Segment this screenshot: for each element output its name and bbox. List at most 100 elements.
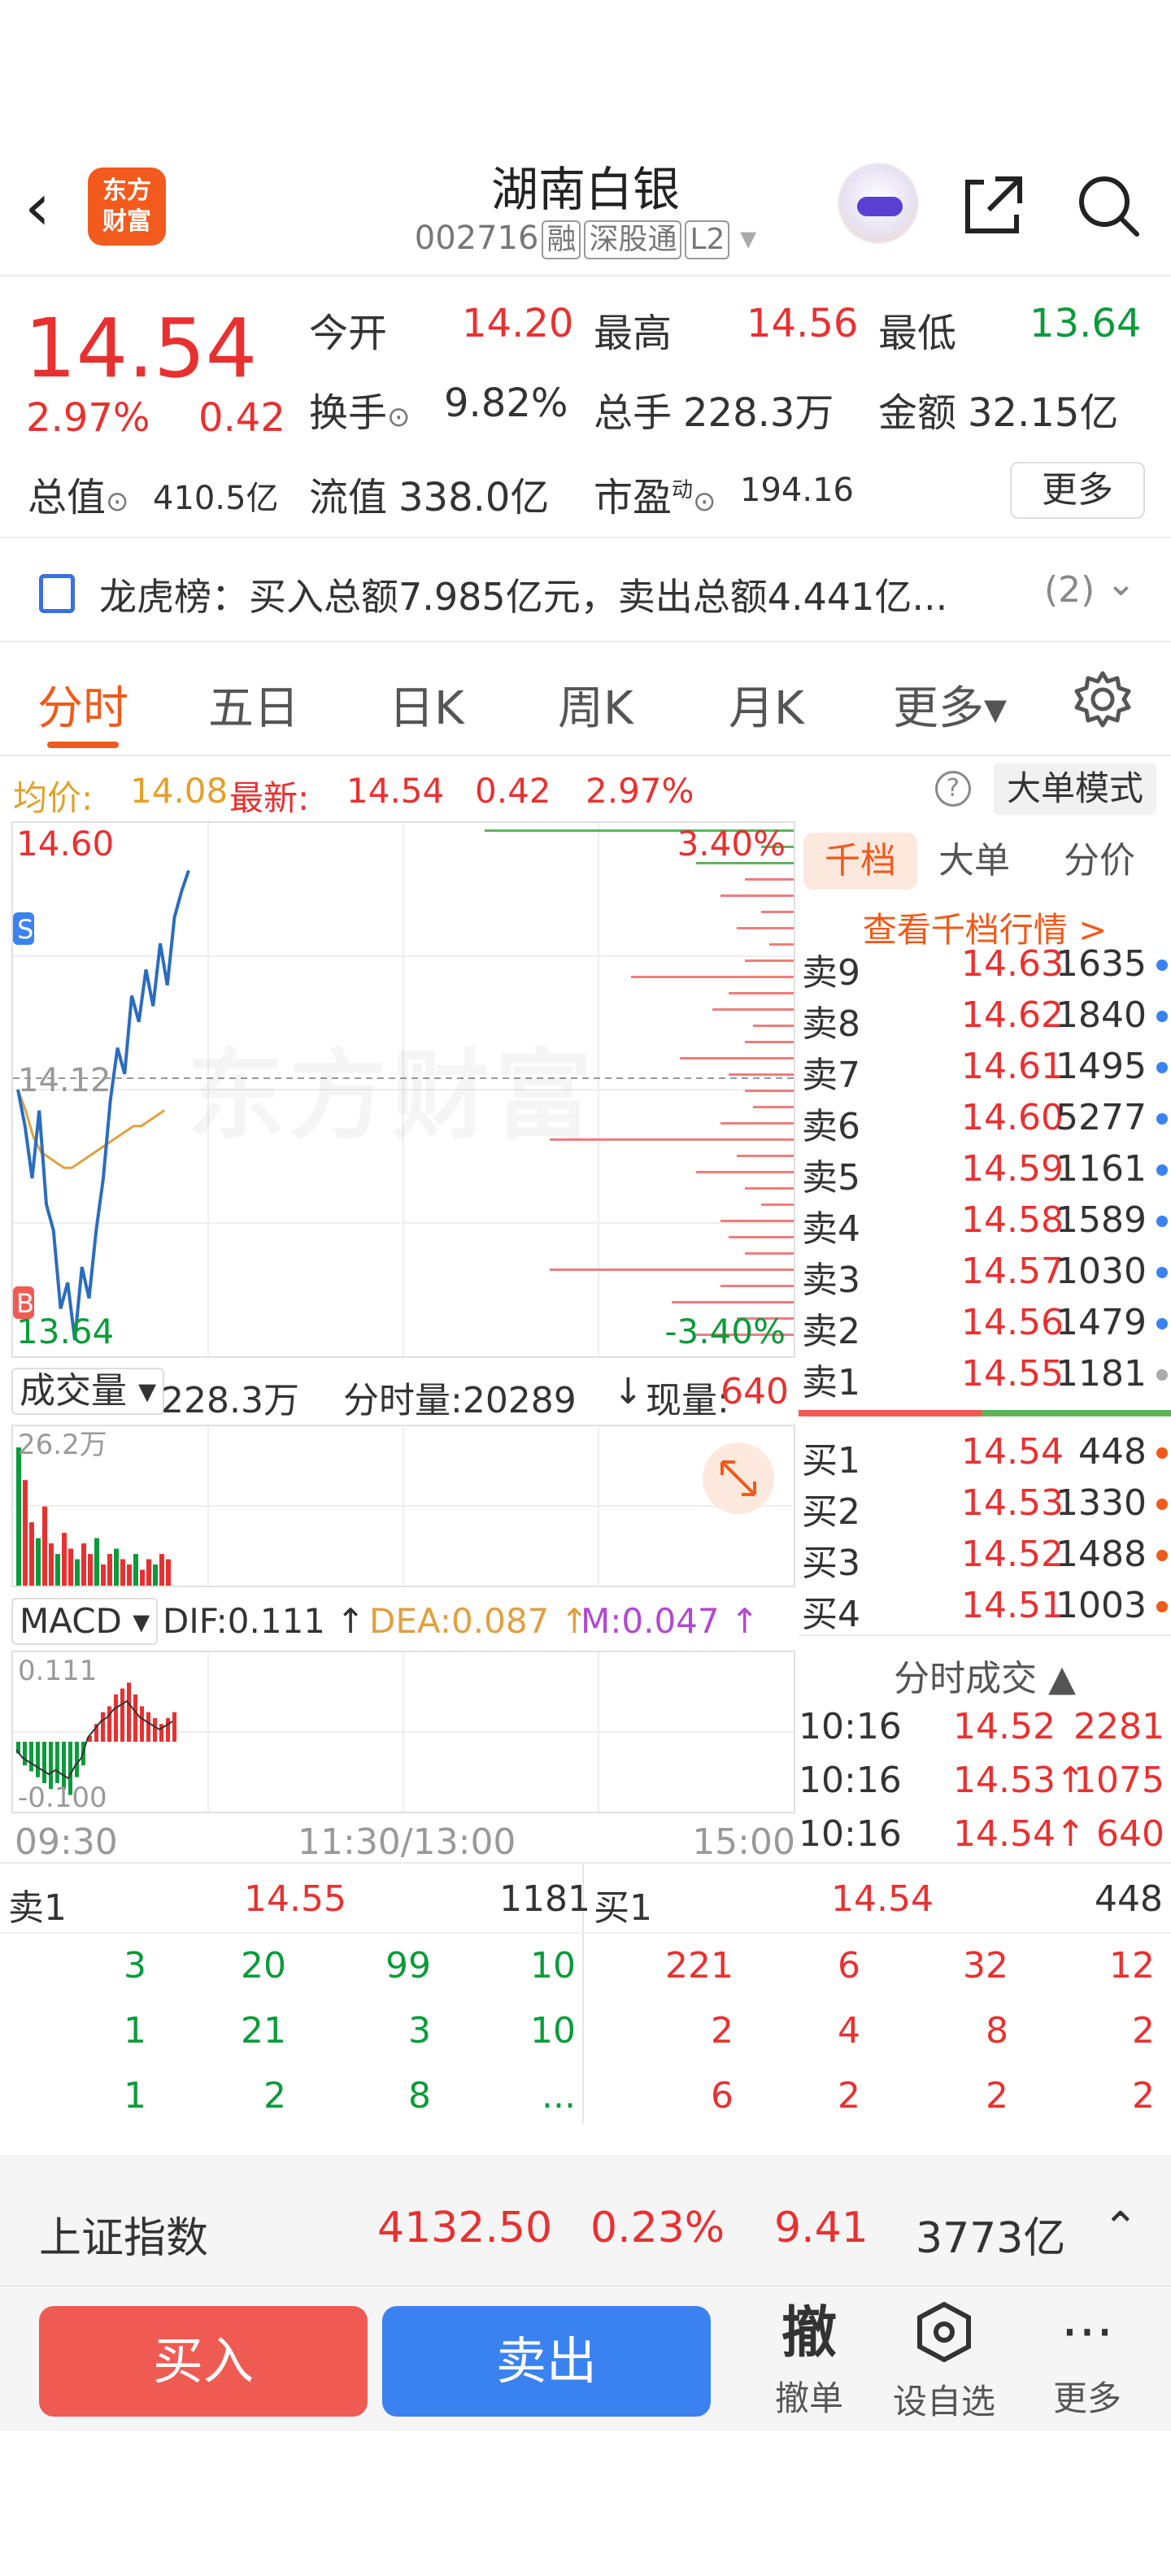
orderbook-row[interactable]: 卖4 14.58 1589: [799, 1199, 1171, 1250]
macd-bar: [114, 1694, 118, 1742]
high-label: 最高: [594, 311, 673, 356]
tab-more[interactable]: 更多▾: [893, 672, 1007, 738]
now-volume-value: 640: [720, 1371, 789, 1412]
time-axis: 09:30 11:30/13:00 15:00: [11, 1815, 795, 1864]
buy-button[interactable]: 买入: [39, 2306, 368, 2417]
orderbook-row[interactable]: 买4 14.51 1003: [799, 1585, 1171, 1635]
trade-price: 14.53↑: [953, 1760, 1086, 1801]
depth-buy-price: 14.54: [831, 1878, 934, 1920]
orderbook-row[interactable]: 卖2 14.56 1479: [799, 1302, 1171, 1352]
macd-chart-svg: 0.111 -0.100: [13, 1652, 794, 1814]
trade-time: 10:16: [799, 1813, 902, 1855]
level-label: 卖7: [802, 1055, 860, 1096]
trade-action-bar: 买入 卖出 撤 撤单 设自选 ··· 更多: [0, 2285, 1171, 2431]
orderbook-row[interactable]: 买1 14.54 448: [799, 1431, 1171, 1482]
depth-bar: [753, 1025, 794, 1027]
sell-button[interactable]: 卖出: [382, 2306, 711, 2417]
level-dot: [1156, 1011, 1168, 1022]
dropdown-triangle-icon[interactable]: ▾: [740, 220, 756, 257]
document-icon: [39, 574, 75, 613]
volume-select[interactable]: 成交量 ▾: [11, 1368, 165, 1415]
trade-volume: 1075: [1073, 1760, 1164, 1801]
macd-bar: [42, 1742, 46, 1783]
search-icon[interactable]: [1073, 171, 1142, 239]
b-marker-letter: B: [16, 1288, 34, 1319]
index-ticker-bar[interactable]: 上证指数 4132.50 0.23% 9.41 3773亿 ⌃: [0, 2155, 1171, 2285]
level-volume: 448: [1078, 1431, 1147, 1473]
tab-big-order[interactable]: 大单: [917, 833, 1031, 890]
tick-trades-title[interactable]: 分时成交 ▲: [799, 1649, 1171, 1701]
trade-time: 10:16: [799, 1760, 902, 1801]
chevron-down-icon[interactable]: ⌄: [1106, 563, 1136, 604]
macd-chart[interactable]: 0.111 -0.100: [11, 1651, 795, 1814]
tab-daily-k[interactable]: 日K: [389, 672, 464, 738]
orderbook-row[interactable]: 卖6 14.60 5277: [799, 1097, 1171, 1147]
add-watchlist-button[interactable]: 设自选: [883, 2296, 1005, 2424]
dragon-tiger-banner[interactable]: 龙虎榜：买入总额7.985亿元，卖出总额4.441亿... (2) ⌄: [0, 537, 1171, 642]
gear-icon[interactable]: [1072, 668, 1134, 730]
orderbook-row[interactable]: 卖8 14.62 1840: [799, 994, 1171, 1045]
help-icon[interactable]: ?: [935, 771, 971, 807]
orderbook-row[interactable]: 买2 14.53 1330: [799, 1482, 1171, 1533]
more-actions-label: 更多: [1052, 2378, 1121, 2418]
level-volume: 1635: [1056, 943, 1147, 985]
s-marker-letter: S: [17, 914, 33, 945]
trade-volume: 640: [1096, 1813, 1164, 1855]
tag-margin: 融: [542, 220, 581, 259]
latest-value: 14.54: [346, 771, 445, 811]
level-label: 卖8: [802, 1003, 860, 1045]
orderbook-row[interactable]: 买3 14.52 1488: [799, 1534, 1171, 1584]
info-dots-icon[interactable]: ⊙: [387, 401, 411, 433]
level-price: 14.54: [961, 1431, 1064, 1473]
orderbook-row[interactable]: 卖1 14.55 1181: [799, 1353, 1171, 1403]
assistant-robot-icon[interactable]: [838, 163, 919, 244]
tab-5day[interactable]: 五日: [208, 672, 299, 738]
depth-sell-label: 卖1: [8, 1887, 67, 1929]
index-name: 上证指数: [39, 2214, 209, 2263]
turnover-value: 9.82%: [444, 381, 568, 426]
orderbook-row[interactable]: 卖3 14.57 1030: [799, 1251, 1171, 1301]
open-value: 14.20: [462, 301, 574, 346]
info-dots-icon[interactable]: ⊙: [693, 485, 716, 518]
depth-bar: [696, 1171, 794, 1173]
depth-sell-cell: 3: [124, 1945, 146, 1986]
tab-price-distribution[interactable]: 分价: [1043, 833, 1156, 890]
low-value: 13.64: [1030, 301, 1142, 346]
level-dot: [1156, 1318, 1168, 1329]
macd-select[interactable]: MACD ▾: [11, 1598, 159, 1645]
volume-bar: [146, 1559, 151, 1586]
level-label: 卖4: [802, 1208, 860, 1250]
chevron-up-icon[interactable]: ⌃: [1103, 2204, 1138, 2252]
macd-bar: [23, 1742, 27, 1766]
depth-sell-cell: 1: [124, 2010, 146, 2052]
volume-bar: [88, 1554, 93, 1586]
level-dot: [1156, 1216, 1168, 1227]
more-quote-button[interactable]: 更多: [1010, 462, 1145, 519]
orderbook-row[interactable]: 卖9 14.63 1635: [799, 943, 1171, 994]
tab-monthly-k[interactable]: 月K: [729, 672, 804, 738]
trade-price: 14.54↑: [953, 1813, 1086, 1855]
level-label: 买2: [802, 1491, 860, 1533]
volume-max-label: 26.2万: [18, 1429, 107, 1461]
level-dot: [1156, 1113, 1168, 1125]
volume-bar: [140, 1569, 145, 1586]
trade-time: 10:16: [799, 1706, 902, 1747]
tab-weekly-k[interactable]: 周K: [558, 672, 633, 738]
tab-intraday[interactable]: 分时: [37, 672, 128, 738]
macd-bottom-label: -0.100: [18, 1782, 107, 1812]
level-dot: [1156, 1267, 1168, 1278]
latest-label: 最新:: [229, 778, 310, 818]
info-dots-icon[interactable]: ⊙: [106, 485, 129, 518]
tab-thousand-depth[interactable]: 千档: [803, 833, 917, 890]
cancel-order-button[interactable]: 撤 撤单: [748, 2296, 870, 2421]
volume-chart[interactable]: 26.2万: [11, 1425, 795, 1587]
level-volume: 1003: [1056, 1585, 1147, 1626]
orderbook-row[interactable]: 卖5 14.59 1161: [799, 1148, 1171, 1199]
chart-tabs: 分时 五日 日K 周K 月K 更多▾: [0, 651, 1171, 756]
share-icon[interactable]: [960, 171, 1028, 239]
big-order-mode-button[interactable]: 大单模式: [994, 763, 1156, 815]
more-actions-button[interactable]: ··· 更多: [1026, 2296, 1148, 2421]
orderbook-row[interactable]: 卖7 14.61 1495: [799, 1046, 1171, 1096]
level-price: 14.61: [961, 1046, 1064, 1087]
depth-bar: [720, 894, 794, 897]
